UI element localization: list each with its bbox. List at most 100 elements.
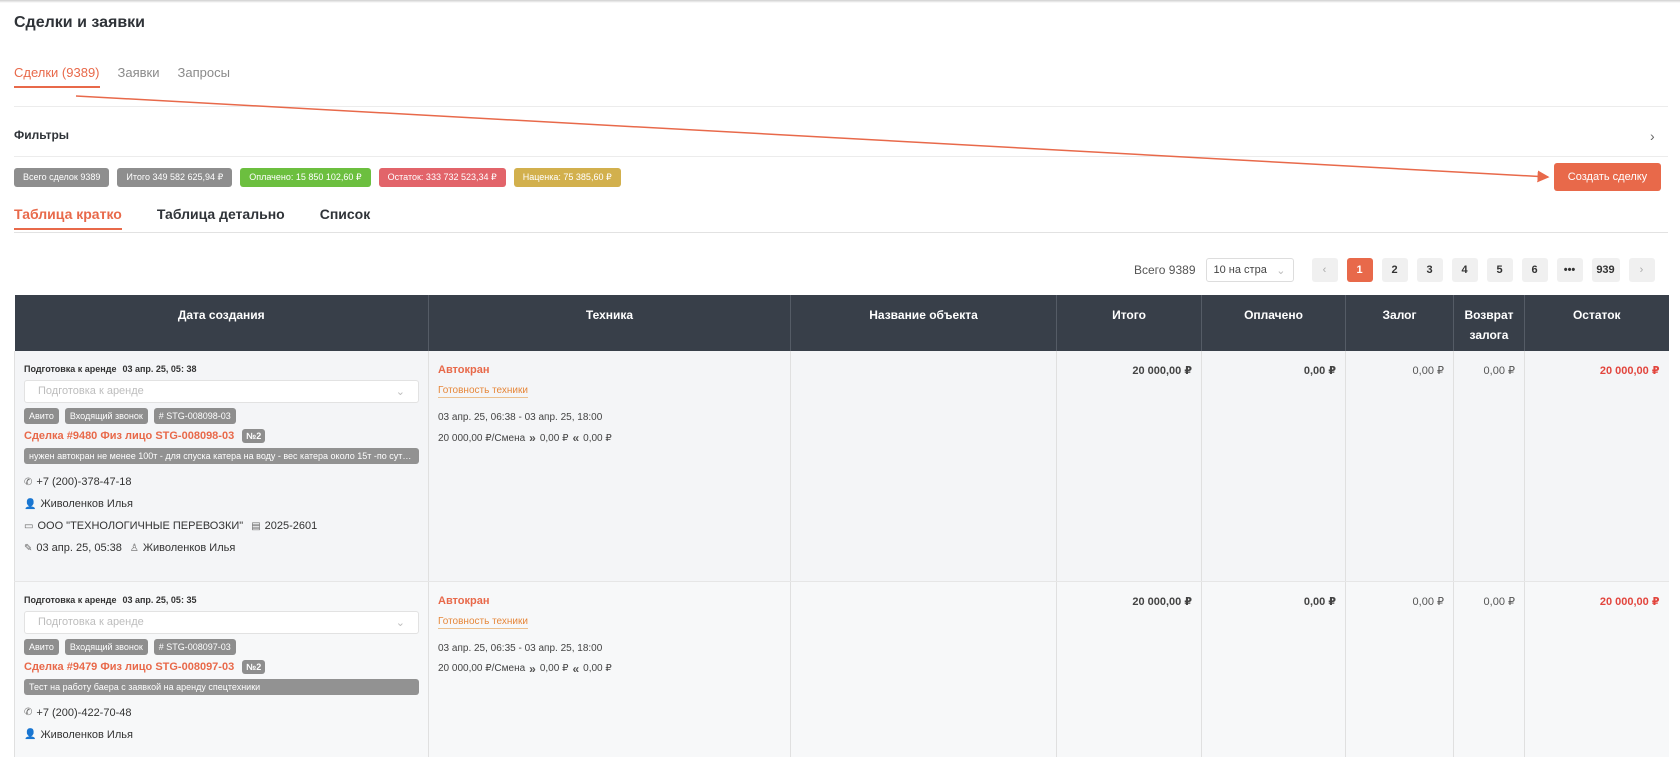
double-chevron-left-icon: « — [572, 431, 580, 445]
deposit-cell: 0,00 ₽ — [1345, 351, 1454, 582]
tag-channel: Входящий звонок — [64, 408, 148, 424]
status-select[interactable]: Подготовка к аренде ⌄ — [24, 610, 419, 634]
equipment-status[interactable]: Готовность техники — [438, 616, 528, 629]
col-object-name[interactable]: Название объекта — [790, 295, 1057, 351]
tab-list[interactable]: Список — [320, 206, 371, 230]
chevron-down-icon: ⌄ — [395, 386, 405, 398]
per-page-value: 10 на стра — [1213, 264, 1267, 276]
ellipsis-button[interactable]: ••• — [1556, 258, 1583, 282]
chip-total-deals: Всего сделок 9389 — [14, 168, 110, 187]
phone-number[interactable]: +7 (200)-378-47-18 — [36, 476, 131, 488]
chip-paid: Оплачено: 15 850 102,60 ₽ — [240, 168, 371, 187]
deal-tags: Авито Входящий звонок # STG-008098-03 — [24, 408, 419, 424]
object-cell — [790, 351, 1057, 582]
tag-source: Авито — [24, 638, 59, 655]
manager-name: Живоленков Илья — [40, 498, 133, 510]
per-page-select[interactable]: 10 на стра ⌄ — [1205, 258, 1294, 282]
deal-link[interactable]: Сделка #9480 Физ лицо STG-008098-03 — [24, 430, 234, 442]
phone-number[interactable]: +7 (200)-422-70-48 — [36, 707, 131, 719]
equipment-period: 03 апр. 25, 06:38 - 03 апр. 25, 18:00 — [438, 412, 603, 423]
double-chevron-left-icon: « — [572, 661, 580, 676]
table-row[interactable]: Подготовка к аренде 03 апр. 25, 05: 38 По… — [14, 351, 1669, 582]
divider — [14, 232, 1668, 233]
remaining-cell: 20 000,00 ₽ — [1524, 581, 1669, 757]
equipment-in: 0,00 ₽ — [539, 432, 569, 444]
status-select[interactable]: Подготовка к аренде ⌄ — [24, 380, 419, 403]
chevron-right-icon[interactable]: › — [1650, 128, 1655, 144]
page-button[interactable]: 1 — [1346, 258, 1373, 282]
remaining-cell: 20 000,00 ₽ — [1524, 351, 1669, 582]
paid-cell: 0,00 ₽ — [1201, 581, 1346, 757]
col-remaining[interactable]: Остаток — [1524, 295, 1669, 351]
doc-number: 2025-2601 — [264, 520, 318, 532]
page-button[interactable]: 3 — [1416, 258, 1443, 282]
col-created-date[interactable]: Дата создания — [14, 295, 429, 351]
edited-date: 03 апр. 25, 05:38 — [36, 542, 122, 554]
deal-comment: Тест на работу баера с заявкой на аренду… — [24, 678, 419, 695]
equipment-out: 0,00 ₽ — [583, 432, 612, 444]
double-chevron-right-icon: » — [529, 431, 536, 445]
view-tabs: Таблица кратко Таблица детально Список — [14, 206, 370, 230]
manager-name: Живоленков Илья — [40, 728, 133, 741]
page-button[interactable]: 6 — [1521, 258, 1548, 282]
phone-icon: ✆ — [24, 707, 33, 718]
tag-channel: Входящий звонок — [64, 638, 148, 655]
chip-markup: Наценка: 75 385,60 ₽ — [513, 168, 621, 187]
paid-cell: 0,00 ₽ — [1201, 351, 1346, 582]
page-button[interactable]: 5 — [1486, 258, 1513, 282]
deposit-cell: 0,00 ₽ — [1345, 581, 1454, 757]
equipment-rate: 20 000,00 ₽/Смена — [438, 432, 526, 444]
status-label: Подготовка к аренде — [24, 364, 117, 374]
col-equipment[interactable]: Техника — [428, 295, 791, 351]
user-icon: 👤 — [24, 729, 37, 740]
col-deposit-return[interactable]: Возврат залога — [1453, 295, 1525, 351]
user-icon: 👤 — [24, 498, 37, 510]
deal-link[interactable]: Сделка #9479 Физ лицо STG-008097-03 — [24, 661, 234, 673]
page-button[interactable]: 939 — [1591, 258, 1620, 282]
user-outline-icon: ♙ — [129, 542, 139, 554]
tab-table-detailed[interactable]: Таблица детально — [157, 206, 285, 230]
equipment-name[interactable]: Автокран — [438, 595, 781, 607]
deal-tags: Авито Входящий звонок # STG-008097-03 — [24, 638, 419, 655]
chevron-down-icon: ⌄ — [1276, 264, 1286, 277]
equipment-cell: Автокран Готовность техники 03 апр. 25, … — [428, 351, 791, 582]
tab-deals[interactable]: Сделки (9389) — [14, 65, 100, 88]
tag-source: Авито — [24, 408, 59, 424]
tab-table-short[interactable]: Таблица кратко — [14, 206, 122, 230]
col-deposit[interactable]: Залог — [1345, 295, 1454, 351]
document-icon: ▤ — [251, 520, 261, 532]
status-select-value: Подготовка к аренде — [38, 385, 144, 397]
total-cell: 20 000,00 ₽ — [1056, 351, 1202, 582]
tag-code: # STG-008098-03 — [153, 408, 236, 424]
status-select-value: Подготовка к аренде — [38, 615, 144, 628]
page-button[interactable]: 2 — [1381, 258, 1408, 282]
deal-title-row: Сделка #9480 Физ лицо STG-008098-03 №2 — [24, 429, 419, 443]
company-name: ООО "ТЕХНОЛОГИЧНЫЕ ПЕРЕВОЗКИ" — [37, 520, 244, 532]
filters-toggle[interactable]: Фильтры — [14, 128, 69, 142]
edit-icon: ✎ — [24, 542, 33, 554]
tab-queries[interactable]: Запросы — [177, 65, 229, 88]
phone-row: ✆ +7 (200)-422-70-48 — [24, 707, 419, 719]
pagination-total: Всего 9389 — [1134, 263, 1196, 277]
create-deal-button[interactable]: Создать сделку — [1554, 163, 1661, 191]
equipment-status[interactable]: Готовность техники — [438, 385, 528, 398]
page-title: Сделки и заявки — [14, 14, 145, 31]
equipment-in: 0,00 ₽ — [539, 663, 569, 674]
divider — [14, 106, 1668, 107]
tab-requests[interactable]: Заявки — [118, 65, 160, 88]
col-total[interactable]: Итого — [1056, 295, 1202, 351]
table-row[interactable]: Подготовка к аренде 03 апр. 25, 05: 35 По… — [14, 581, 1669, 757]
deposit-return-cell: 0,00 ₽ — [1453, 351, 1525, 582]
equipment-name[interactable]: Автокран — [438, 364, 781, 376]
summary-chips: Всего сделок 9389 Итого 349 582 625,94 ₽… — [14, 168, 621, 187]
edited-row: ✎ 03 апр. 25, 05:38 ♙ Живоленков Илья — [24, 542, 419, 554]
prev-page-button[interactable]: ‹ — [1311, 258, 1338, 282]
col-paid[interactable]: Оплачено — [1201, 295, 1346, 351]
chip-total-sum: Итого 349 582 625,94 ₽ — [117, 168, 233, 187]
tag-code: # STG-008097-03 — [153, 638, 236, 655]
next-page-button[interactable]: › — [1628, 258, 1655, 282]
deal-cell: Подготовка к аренде 03 апр. 25, 05: 38 По… — [14, 351, 429, 582]
page-button[interactable]: 4 — [1451, 258, 1478, 282]
chevron-down-icon: ⌄ — [395, 616, 405, 629]
phone-row: ✆ +7 (200)-378-47-18 — [24, 476, 419, 488]
